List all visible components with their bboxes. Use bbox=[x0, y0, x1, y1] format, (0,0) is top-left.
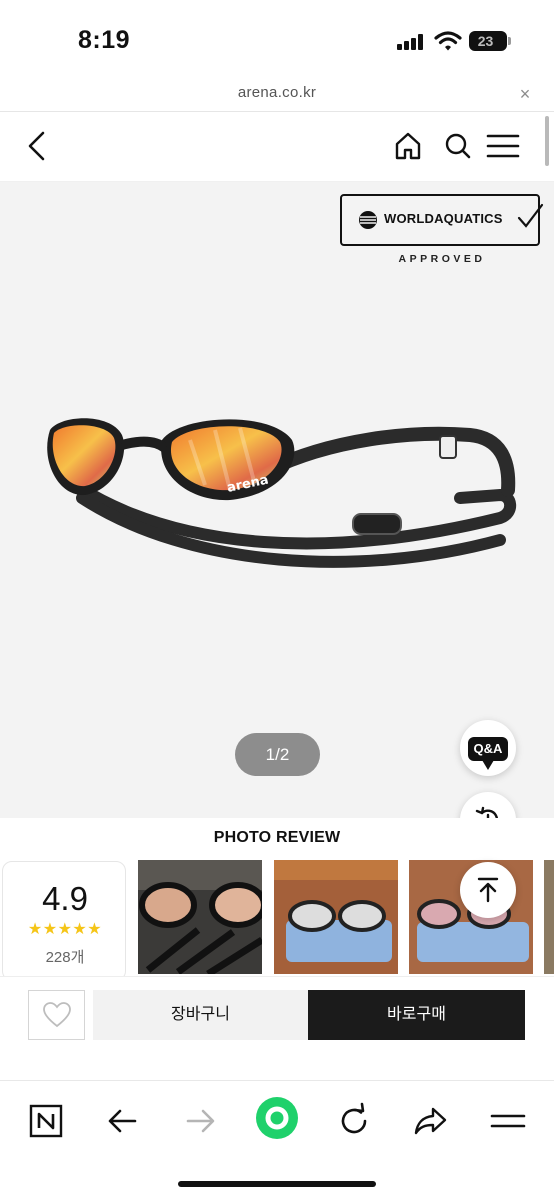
purchase-bar: 장바구니 바로구매 bbox=[0, 976, 554, 1080]
cart-button[interactable]: 장바구니 bbox=[93, 990, 308, 1040]
reload-icon[interactable] bbox=[332, 1099, 376, 1143]
site-header bbox=[0, 112, 554, 182]
world-aquatics-badge: WORLDAQUATICS bbox=[340, 194, 544, 246]
home-indicator[interactable] bbox=[178, 1181, 376, 1187]
review-photo-image bbox=[274, 860, 398, 974]
goggles-product-image: arena bbox=[47, 418, 517, 568]
review-photo-image bbox=[138, 860, 262, 974]
buy-now-button[interactable]: 바로구매 bbox=[308, 990, 525, 1040]
forward-arrow-icon[interactable] bbox=[178, 1099, 222, 1143]
rating-stars: ★★★★★ bbox=[27, 921, 103, 938]
hamburger-menu-icon[interactable] bbox=[486, 128, 520, 164]
search-icon[interactable] bbox=[440, 128, 476, 164]
review-count: 228개 bbox=[45, 949, 85, 966]
image-pager: 1/2 bbox=[235, 733, 320, 776]
back-arrow-icon[interactable] bbox=[101, 1099, 145, 1143]
battery-cap bbox=[508, 37, 511, 45]
review-photo-1[interactable] bbox=[138, 860, 262, 974]
review-photo-2[interactable] bbox=[274, 860, 398, 974]
rating-card[interactable]: 4.9 ★★★★★ 228개 bbox=[2, 861, 126, 981]
naver-n-icon[interactable] bbox=[24, 1099, 68, 1143]
rating-score: 4.9 bbox=[42, 880, 88, 917]
qa-label[interactable]: Q&A bbox=[468, 737, 508, 761]
world-aquatics-logo-icon bbox=[359, 211, 377, 229]
wishlist-button[interactable] bbox=[28, 990, 85, 1040]
status-time: 8:19 bbox=[78, 26, 131, 54]
scroll-indicator[interactable] bbox=[545, 116, 549, 166]
battery-level: 23 bbox=[477, 33, 494, 49]
green-dot-icon[interactable] bbox=[254, 1095, 300, 1141]
signal-icon bbox=[397, 34, 427, 50]
home-icon[interactable] bbox=[390, 128, 426, 164]
photo-review-title: PHOTO REVIEW bbox=[213, 829, 341, 846]
url-bar[interactable]: arena.co.kr × bbox=[0, 80, 554, 112]
wifi-icon bbox=[434, 31, 462, 51]
url-text[interactable]: arena.co.kr bbox=[0, 84, 554, 101]
badge-text: WORLDAQUATICS bbox=[384, 211, 503, 226]
close-icon[interactable]: × bbox=[516, 85, 534, 103]
chevron-left-icon[interactable] bbox=[20, 128, 56, 164]
review-photo-4[interactable] bbox=[544, 860, 554, 974]
speech-tail-icon bbox=[482, 760, 494, 770]
battery-icon: 23 bbox=[469, 31, 507, 51]
arrow-up-to-top-icon bbox=[477, 877, 499, 903]
product-image-carousel[interactable]: WORLDAQUATICS APPROVED arena 1/2 bbox=[0, 182, 554, 818]
heart-icon bbox=[43, 1002, 71, 1028]
scroll-top-button[interactable] bbox=[460, 862, 516, 918]
badge-subtext: APPROVED bbox=[398, 253, 486, 265]
status-bar: 8:19 23 bbox=[0, 0, 554, 80]
share-icon[interactable] bbox=[409, 1099, 453, 1143]
menu-icon[interactable] bbox=[486, 1099, 530, 1143]
checkmark-icon bbox=[517, 203, 544, 228]
